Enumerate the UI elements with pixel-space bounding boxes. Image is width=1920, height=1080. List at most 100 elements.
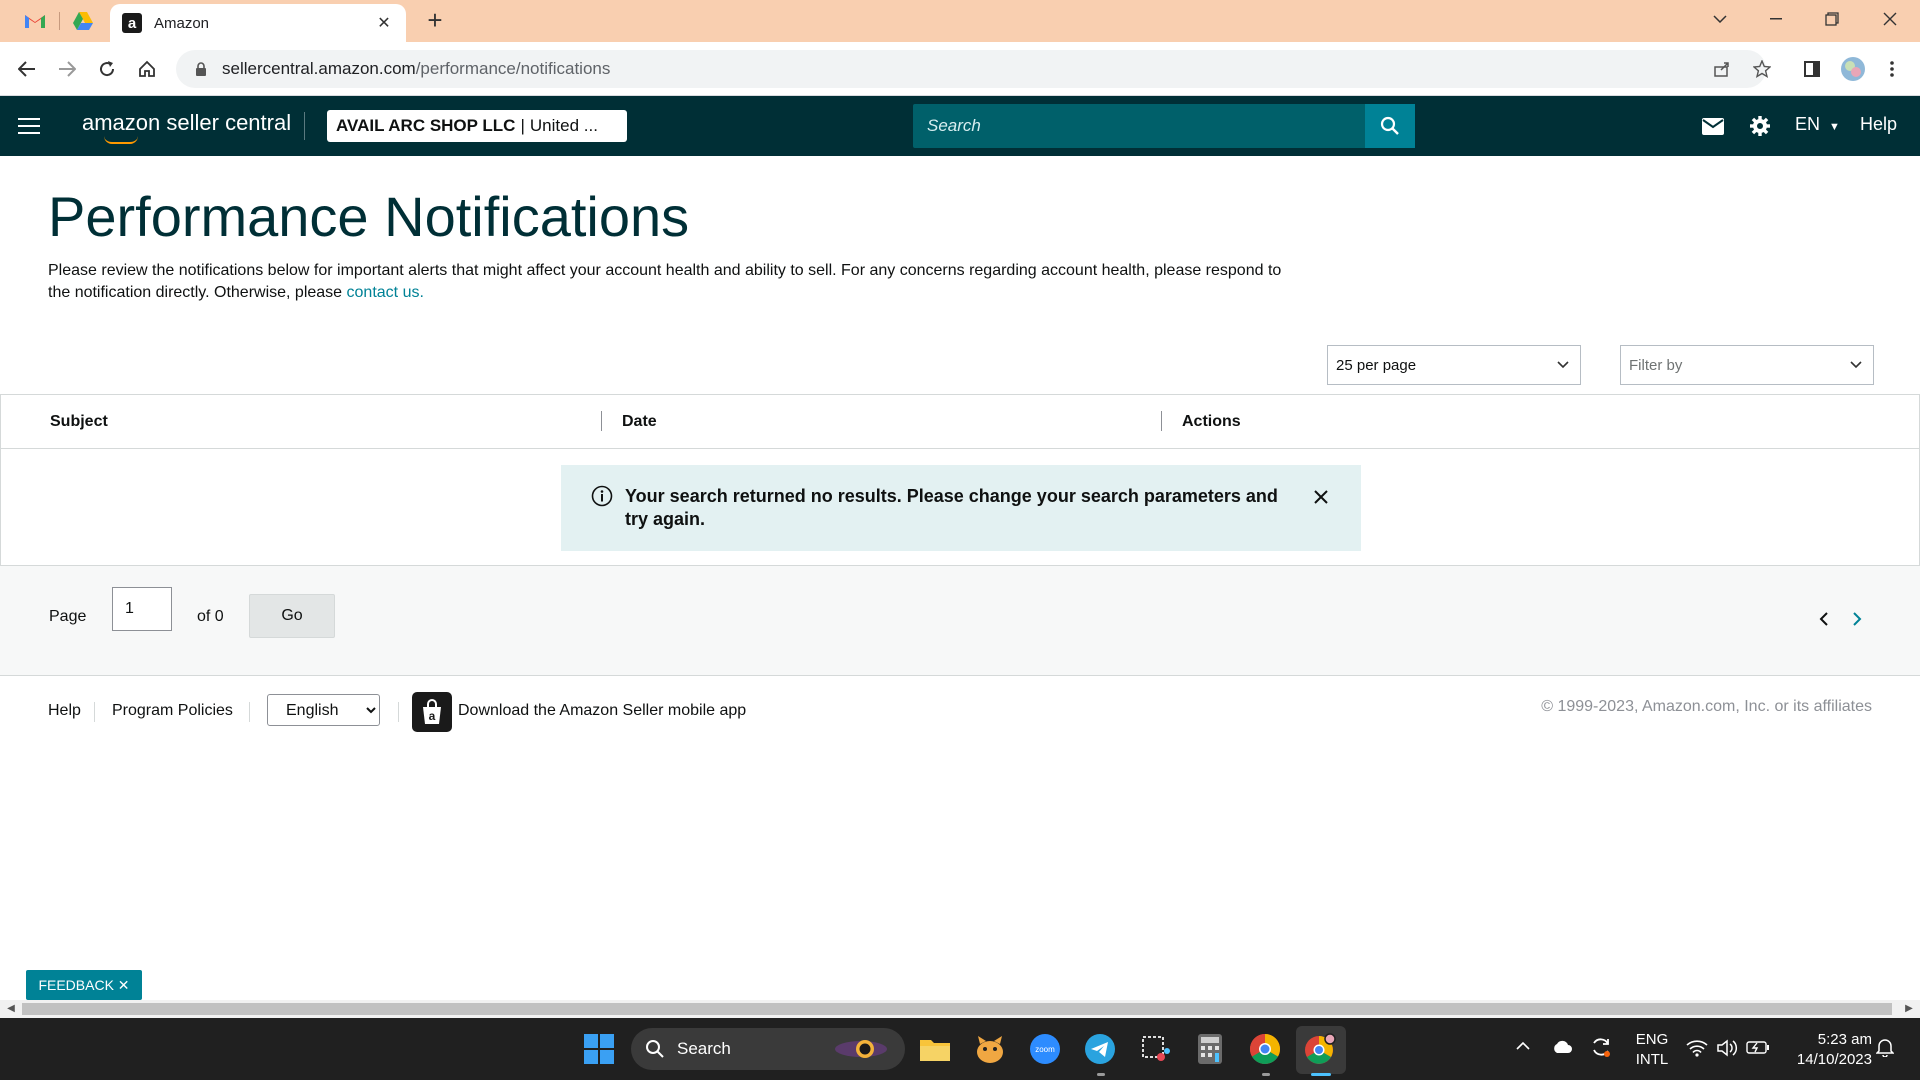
language-switcher[interactable]: EN ▼ — [1795, 114, 1840, 135]
lang-bottom: INTL — [1635, 1051, 1669, 1068]
browser-menu-icon[interactable] — [1877, 54, 1907, 84]
amazon-smile-icon — [104, 136, 138, 144]
close-window-icon[interactable] — [1862, 0, 1918, 38]
account-region: United ... — [529, 116, 598, 135]
show-hidden-icons-chevron-icon[interactable] — [1515, 1038, 1531, 1056]
search-button[interactable] — [1365, 104, 1415, 148]
taskbar-search[interactable]: Search — [631, 1028, 905, 1070]
side-panel-icon[interactable] — [1797, 54, 1827, 84]
logo-text: amazon seller central — [82, 110, 292, 135]
seller-central-logo[interactable]: amazon seller central — [82, 110, 292, 144]
chevron-down-icon — [1850, 361, 1862, 369]
lock-icon[interactable] — [192, 60, 210, 78]
close-alert-icon[interactable] — [1311, 487, 1331, 507]
google-drive-tab-icon[interactable] — [70, 8, 96, 34]
per-page-dropdown[interactable]: 25 per page — [1327, 345, 1581, 385]
notifications-table: Subject Date Actions Your search returne… — [0, 394, 1920, 566]
scroll-left-icon[interactable]: ◀ — [4, 1003, 18, 1015]
contact-us-link[interactable]: contact us. — [347, 284, 424, 301]
scroll-right-icon[interactable]: ▶ — [1902, 1003, 1916, 1015]
footer-language-select[interactable]: English — [267, 694, 380, 726]
footer-help-link[interactable]: Help — [48, 702, 81, 720]
sync-icon[interactable] — [1590, 1036, 1612, 1063]
amazon-favicon-icon: a — [122, 13, 142, 33]
pet-app-icon[interactable] — [973, 1032, 1007, 1066]
page-number-input[interactable] — [112, 587, 172, 631]
go-button[interactable]: Go — [249, 594, 335, 638]
browser-toolbar: sellercentral.amazon.com/performance/not… — [0, 42, 1920, 96]
per-page-value: 25 per page — [1336, 356, 1417, 374]
bookmark-star-icon[interactable] — [1747, 54, 1777, 84]
home-icon[interactable] — [132, 54, 162, 84]
no-results-message: Your search returned no results. Please … — [625, 486, 1278, 529]
chrome-icon[interactable] — [1248, 1032, 1282, 1066]
language-code: EN — [1795, 114, 1821, 134]
keyboard-language-indicator[interactable]: ENG INTL — [1632, 1030, 1672, 1070]
restore-window-icon[interactable] — [1804, 0, 1860, 38]
minimize-window-icon[interactable] — [1748, 0, 1804, 38]
copyright-text: © 1999-2023, Amazon.com, Inc. or its aff… — [1541, 698, 1872, 715]
windows-start-icon[interactable] — [584, 1034, 614, 1064]
profile-avatar[interactable] — [1838, 54, 1868, 84]
header-search-input[interactable] — [913, 104, 1365, 148]
page-label: Page — [49, 608, 87, 625]
column-divider — [1161, 411, 1162, 431]
previous-page-icon[interactable] — [1816, 610, 1834, 628]
calculator-icon[interactable] — [1193, 1032, 1227, 1066]
volume-icon[interactable] — [1716, 1038, 1738, 1063]
table-header: Subject Date Actions — [1, 395, 1919, 449]
tab-separator — [59, 12, 60, 30]
snipping-tool-icon[interactable] — [1138, 1032, 1172, 1066]
tab-title: Amazon — [154, 14, 210, 32]
header-divider — [304, 112, 305, 140]
svg-text:a: a — [429, 709, 436, 723]
help-link-header[interactable]: Help — [1860, 114, 1897, 135]
gmail-tab-icon[interactable] — [22, 8, 48, 34]
active-indicator — [1311, 1073, 1331, 1076]
account-switcher[interactable]: AVAIL ARC SHOP LLC | United ... — [327, 110, 627, 142]
account-name: AVAIL ARC SHOP LLC — [336, 116, 516, 135]
file-explorer-icon[interactable] — [918, 1032, 952, 1066]
column-header-subject[interactable]: Subject — [50, 413, 108, 431]
forward-arrow-icon[interactable] — [52, 54, 82, 84]
reload-icon[interactable] — [92, 54, 122, 84]
url-text: sellercentral.amazon.com/performance/not… — [222, 59, 611, 78]
column-divider — [601, 411, 602, 431]
telegram-icon[interactable] — [1083, 1032, 1117, 1066]
notification-bell-icon[interactable] — [1875, 1037, 1895, 1062]
clock-time: 5:23 am — [1817, 1031, 1872, 1048]
share-icon[interactable] — [1707, 54, 1737, 84]
onedrive-cloud-icon[interactable] — [1551, 1040, 1573, 1059]
new-tab-button[interactable]: + — [420, 6, 450, 36]
clock[interactable]: 5:23 am 14/10/2023 — [1782, 1030, 1872, 1070]
tab-amazon[interactable]: a Amazon ✕ — [110, 4, 406, 42]
intro-text: Please review the notifications below fo… — [48, 260, 1298, 304]
download-app-link[interactable]: Download the Amazon Seller mobile app — [458, 702, 746, 720]
next-page-icon[interactable] — [1847, 610, 1865, 628]
program-policies-link[interactable]: Program Policies — [112, 702, 233, 720]
address-bar[interactable]: sellercentral.amazon.com/performance/not… — [176, 50, 1766, 88]
settings-gear-icon[interactable] — [1746, 112, 1774, 140]
zoom-icon[interactable]: zoom — [1028, 1032, 1062, 1066]
close-tab-icon[interactable]: ✕ — [374, 13, 394, 33]
chrome-profile-icon[interactable] — [1303, 1032, 1337, 1066]
intro-body: Please review the notifications below fo… — [48, 262, 1282, 301]
horizontal-scrollbar[interactable]: ◀ ▶ — [0, 1000, 1920, 1018]
battery-icon[interactable] — [1746, 1039, 1770, 1060]
feedback-button[interactable]: FEEDBACK ✕ — [26, 970, 142, 1000]
hamburger-menu-icon[interactable] — [18, 115, 40, 137]
filter-by-dropdown[interactable]: Filter by — [1620, 345, 1874, 385]
mail-icon[interactable] — [1699, 112, 1727, 140]
chevron-down-icon — [1557, 361, 1569, 369]
account-separator: | — [520, 116, 525, 135]
clock-date: 14/10/2023 — [1796, 1051, 1872, 1068]
svg-text:zoom: zoom — [1035, 1045, 1055, 1054]
tab-search-chevron-icon[interactable] — [1692, 0, 1748, 38]
wifi-icon[interactable] — [1686, 1039, 1708, 1062]
scrollbar-thumb[interactable] — [22, 1003, 1892, 1015]
back-arrow-icon[interactable] — [12, 54, 42, 84]
column-header-actions: Actions — [1182, 413, 1241, 430]
header-search — [913, 104, 1415, 148]
seller-app-icon[interactable]: a — [412, 692, 452, 732]
column-header-date[interactable]: Date — [622, 413, 657, 431]
